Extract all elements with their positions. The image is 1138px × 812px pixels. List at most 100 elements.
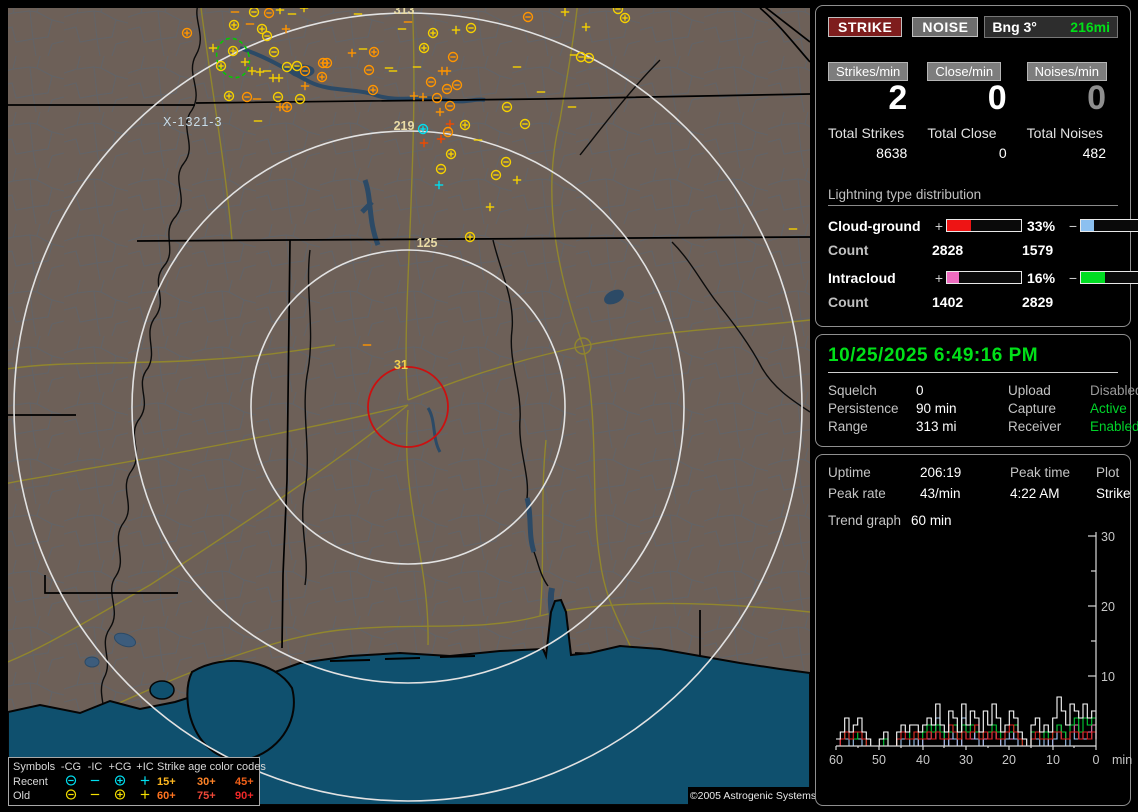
ytick-10: 10 [1101, 670, 1115, 684]
ic-plus-pct: 16% [1027, 269, 1056, 286]
ring-label-125: 125 [417, 236, 438, 250]
range-label: Range [828, 419, 868, 434]
squelch-value: 0 [916, 383, 924, 398]
age-15: 15+ [157, 776, 176, 788]
age-90: 90+ [235, 790, 254, 802]
cg-plus-pct: 33% [1027, 217, 1056, 234]
receiver-label: Receiver [1008, 419, 1062, 434]
legend-symbols-header: Symbols [13, 761, 56, 773]
legend-col-neg-ic: -IC [87, 761, 103, 773]
legend-col-neg-cg: -CG [60, 761, 82, 773]
xtick-40: 40 [916, 753, 930, 767]
old-neg-cg-icon [59, 788, 83, 804]
persistence-value: 90 min [916, 401, 957, 416]
ytick-20: 20 [1101, 600, 1115, 614]
xtick-30: 30 [959, 753, 973, 767]
capture-value: Active [1090, 401, 1127, 416]
status-panel: 10/25/2025 6:49:16 PM Squelch 0 Upload D… [815, 334, 1138, 447]
xtick-60: 60 [829, 753, 843, 767]
receiver-value: Enabled [1090, 419, 1138, 434]
noise-button[interactable]: NOISE [912, 17, 979, 37]
legend-col-pos-ic: +IC [136, 761, 154, 773]
counters-panel: STRIKE NOISE Bng 3° 216mi Strikes/min Cl… [815, 5, 1138, 327]
age-45: 45+ [235, 776, 254, 788]
legend-recent-label: Recent [13, 776, 48, 788]
cg-minus-count: 1579 [1022, 241, 1054, 258]
total-close-label: Total Close [927, 124, 997, 141]
storm-cell-label: X-1321-3 [163, 115, 222, 129]
capture-label: Capture [1008, 401, 1057, 416]
intracloud-label: Intracloud [828, 269, 896, 286]
trend-graph-value: 60 min [911, 513, 952, 528]
legend-age-header: Strike age color codes [157, 761, 266, 773]
ring-label-313: 313 [394, 8, 415, 17]
cg-count-label: Count [828, 241, 869, 258]
old-neg-ic-icon [83, 788, 107, 804]
strike-button[interactable]: STRIKE [828, 17, 903, 37]
ytick-30: 30 [1101, 530, 1115, 544]
ic-plus-bar [946, 271, 1022, 285]
plus-sign: + [934, 217, 944, 234]
plus-sign: + [934, 269, 944, 286]
upload-label: Upload [1008, 383, 1051, 398]
noises-per-min-value: 0 [1087, 79, 1106, 117]
uptime-value: 206:19 [920, 465, 962, 480]
squelch-label: Squelch [828, 383, 877, 398]
bearing-label: Bng 3° [992, 19, 1037, 35]
peak-rate-value: 43/min [920, 486, 961, 501]
plot-value: Strike [1096, 486, 1131, 501]
close-per-min-value: 0 [987, 79, 1007, 117]
xtick-50: 50 [872, 753, 886, 767]
map-canvas: 313 219 125 31 X-1321-3 [8, 8, 810, 805]
old-pos-ic-icon [133, 788, 157, 804]
cg-plus-bar [946, 219, 1022, 233]
peak-time-label: Peak time [1010, 465, 1071, 480]
plot-label: Plot [1096, 465, 1120, 480]
age-75: 75+ [197, 790, 216, 802]
nexstorm-window: { "header": { "strike_button": "STRIKE",… [0, 0, 1138, 812]
age-30: 30+ [197, 776, 216, 788]
legend-old-label: Old [13, 790, 31, 802]
persistence-label: Persistence [828, 401, 899, 416]
ic-minus-count: 2829 [1022, 293, 1054, 310]
ring-label-31: 31 [394, 358, 408, 372]
bearing-bar: Bng 3° 216mi [984, 16, 1118, 38]
xtick-10: 10 [1046, 753, 1060, 767]
uptime-label: Uptime [828, 465, 871, 480]
legend-col-pos-cg: +CG [108, 761, 132, 773]
minus-sign: − [1068, 269, 1078, 286]
copyright-text: ©2005 Astrogenic Systems [688, 787, 818, 805]
lightning-map[interactable]: 313 219 125 31 X-1321-3 [8, 8, 810, 805]
trend-graph-label: Trend graph [828, 513, 902, 528]
stats-panel: Uptime 206:19 Peak time Plot Peak rate 4… [815, 454, 1132, 806]
total-noises-value: 482 [1082, 144, 1106, 161]
total-noises-label: Total Noises [1026, 124, 1103, 141]
minus-sign: − [1068, 217, 1078, 234]
total-strikes-value: 8638 [876, 144, 908, 161]
map-legend: Symbols -CG -IC +CG +IC Strike age color… [8, 757, 266, 806]
trend-graph: 30 20 10 60 50 40 30 20 10 0 min [829, 530, 1132, 767]
ic-minus-bar [1080, 271, 1138, 285]
xtick-20: 20 [1002, 753, 1016, 767]
ic-plus-count: 1402 [932, 293, 964, 310]
cloud-ground-label: Cloud-ground [828, 217, 921, 234]
ic-count-label: Count [828, 293, 869, 310]
x-unit-label: min [1112, 753, 1132, 767]
peak-rate-label: Peak rate [828, 486, 886, 501]
peak-time-value: 4:22 AM [1010, 486, 1060, 501]
upload-value: Disabled [1090, 383, 1138, 398]
total-close-value: 0 [998, 144, 1007, 161]
ring-label-219: 219 [394, 119, 415, 133]
old-pos-cg-icon [107, 788, 133, 804]
trend-series-lines [836, 696, 1097, 747]
xtick-0: 0 [1093, 753, 1100, 767]
total-strikes-label: Total Strikes [828, 124, 905, 141]
distribution-title: Lightning type distribution [828, 187, 1118, 206]
cg-minus-bar [1080, 219, 1138, 233]
datetime-display: 10/25/2025 6:49:16 PM [828, 345, 1118, 373]
strikes-per-min-value: 2 [888, 79, 908, 117]
cg-plus-count: 2828 [932, 241, 964, 258]
age-60: 60+ [157, 790, 176, 802]
range-value: 313 mi [916, 419, 957, 434]
bearing-range: 216mi [1070, 19, 1110, 35]
